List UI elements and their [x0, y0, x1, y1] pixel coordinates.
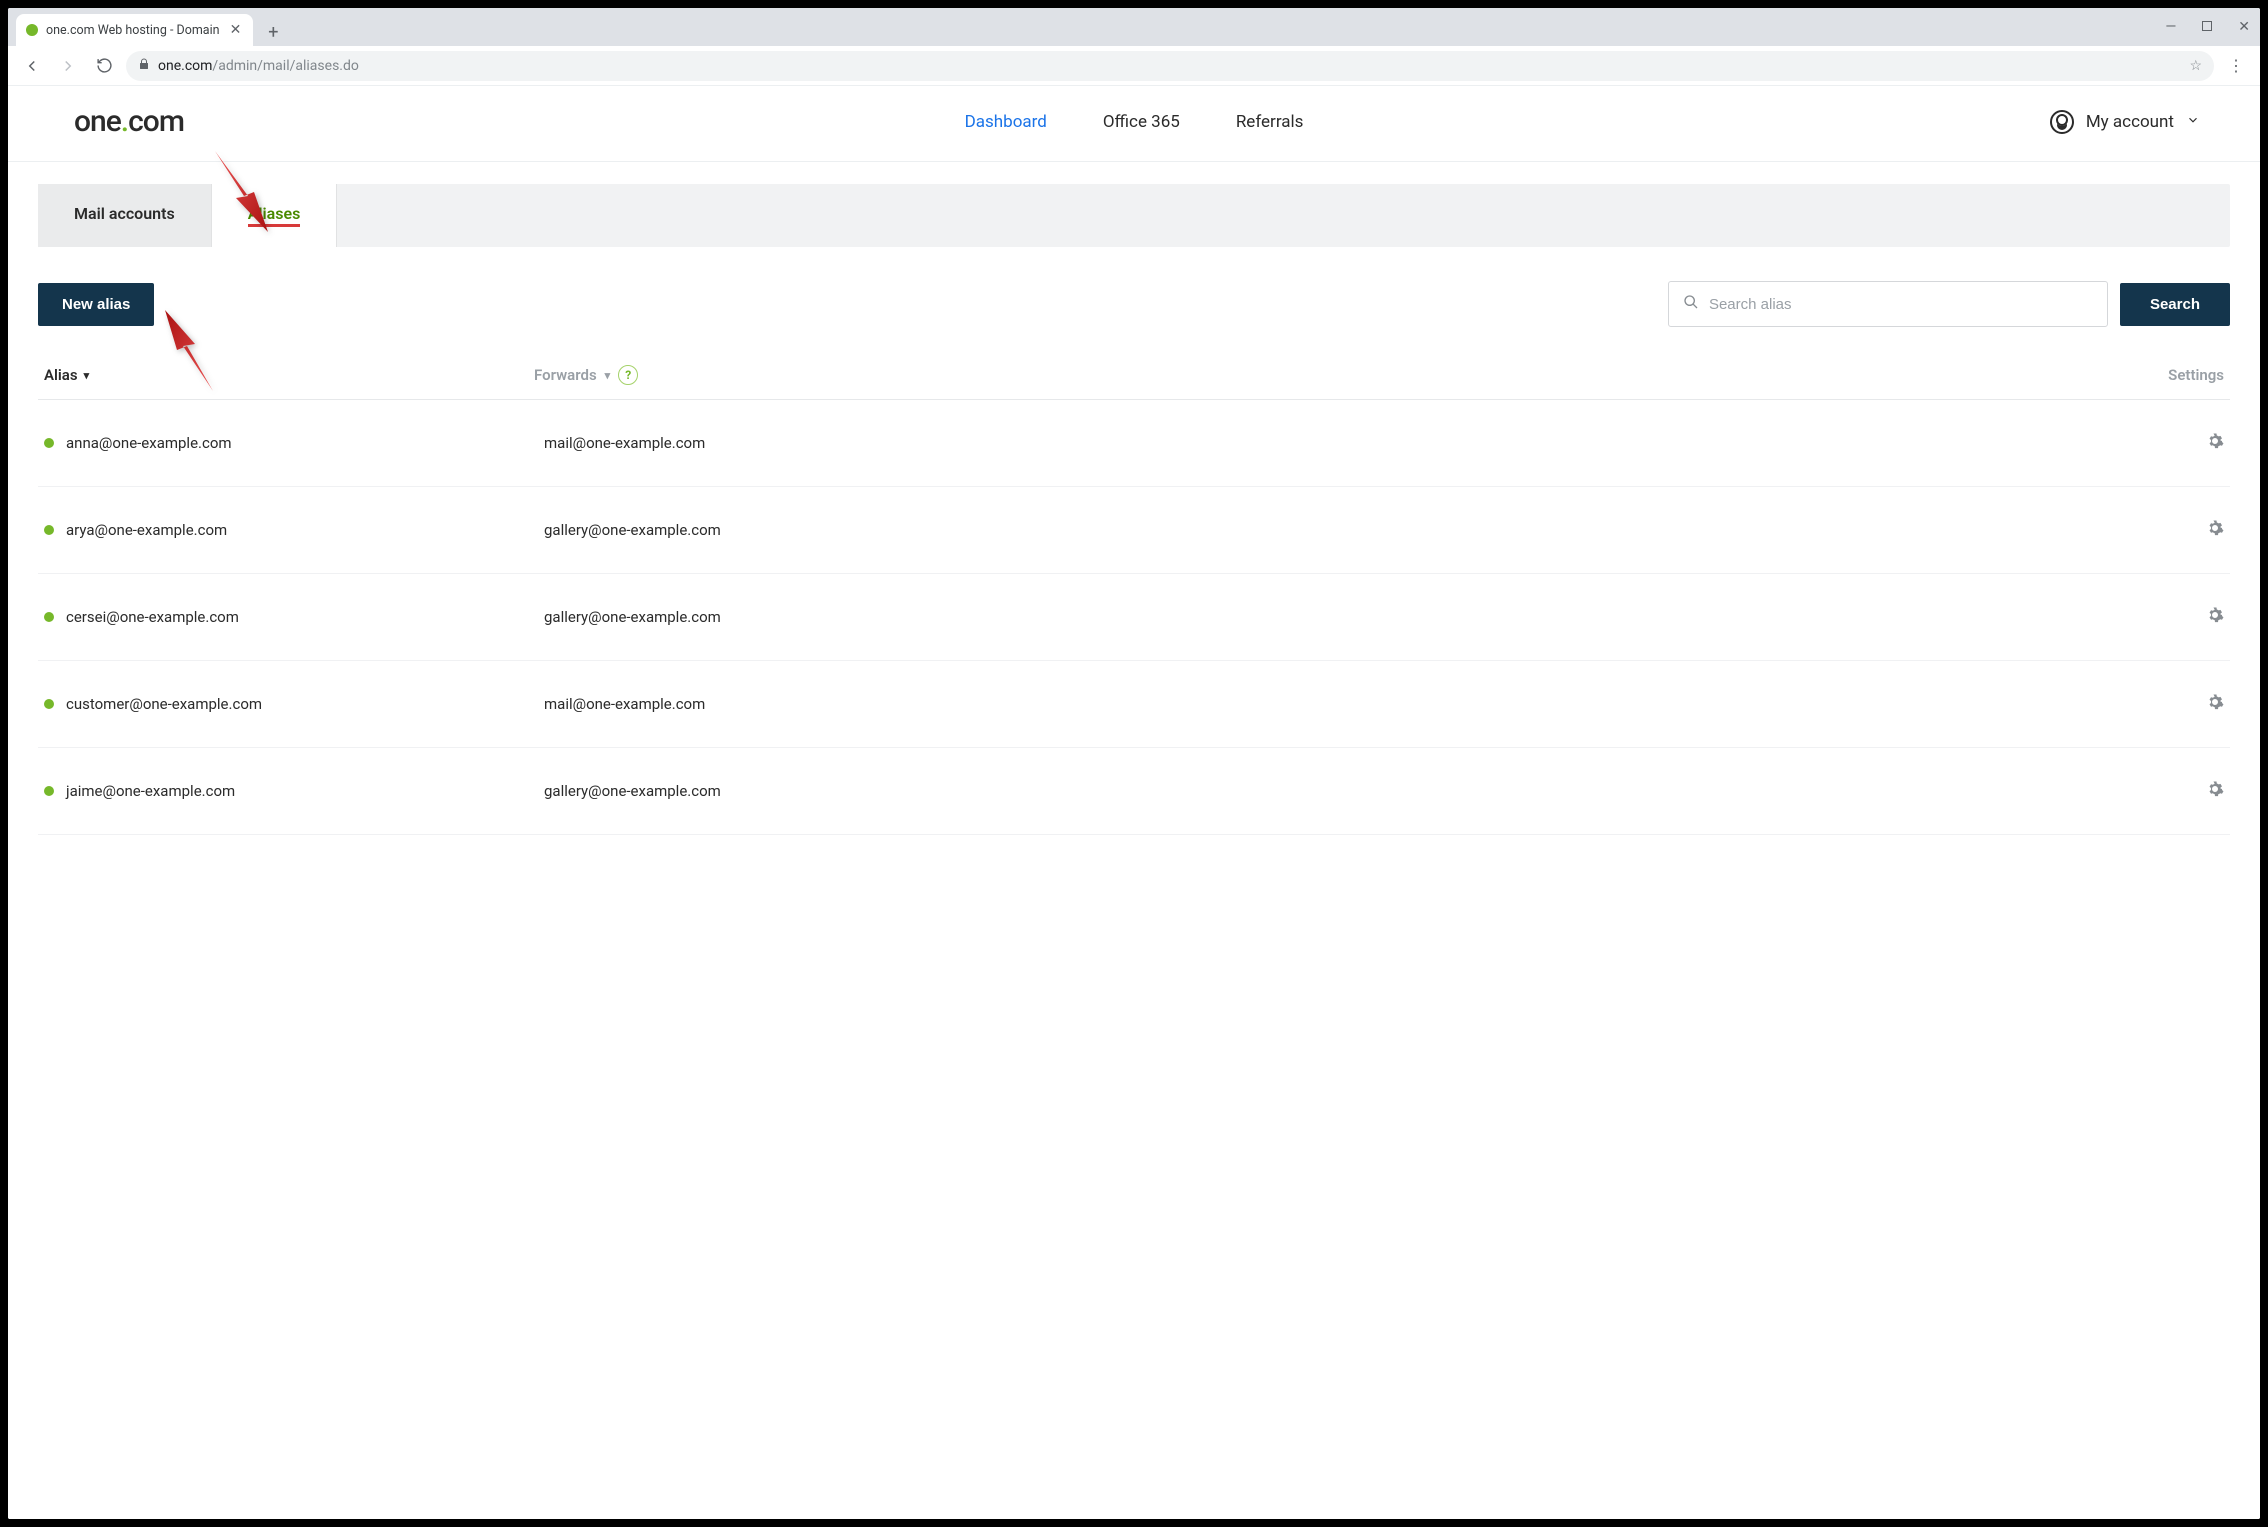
browser-tab[interactable]: one.com Web hosting - Domain ✕ — [16, 14, 253, 46]
cell-alias: jaime@one-example.com — [66, 782, 544, 800]
nav-referrals[interactable]: Referrals — [1236, 112, 1304, 132]
table-row: anna@one-example.commail@one-example.com — [38, 400, 2230, 487]
tab-mail-accounts[interactable]: Mail accounts — [38, 184, 212, 247]
nav-office365[interactable]: Office 365 — [1103, 112, 1180, 132]
table-row: customer@one-example.commail@one-example… — [38, 661, 2230, 748]
cell-forwards: mail@one-example.com — [544, 695, 2184, 713]
search-icon — [1683, 294, 1699, 314]
section-tabs: Mail accounts Aliases — [38, 184, 2230, 247]
status-dot-icon — [44, 525, 54, 535]
row-settings-button[interactable] — [2184, 432, 2224, 454]
my-account-menu[interactable]: My account — [2050, 110, 2200, 134]
nav-dashboard[interactable]: Dashboard — [965, 112, 1047, 132]
cell-alias: arya@one-example.com — [66, 521, 544, 539]
close-tab-icon[interactable]: ✕ — [228, 22, 244, 38]
cell-alias: cersei@one-example.com — [66, 608, 544, 626]
forward-button[interactable] — [54, 52, 82, 80]
table-row: jaime@one-example.comgallery@one-example… — [38, 748, 2230, 835]
maximize-icon[interactable] — [2198, 15, 2216, 39]
window-controls: — ✕ — [2161, 8, 2254, 46]
chevron-down-icon: ▾ — [84, 369, 90, 382]
lock-icon — [138, 57, 150, 74]
logo[interactable]: one.com — [74, 104, 184, 139]
alias-table-body: anna@one-example.commail@one-example.com… — [38, 400, 2230, 835]
row-settings-button[interactable] — [2184, 780, 2224, 802]
cell-forwards: gallery@one-example.com — [544, 521, 2184, 539]
status-dot-icon — [44, 699, 54, 709]
cell-forwards: gallery@one-example.com — [544, 782, 2184, 800]
minimize-icon[interactable]: — — [2161, 15, 2180, 39]
close-window-icon[interactable]: ✕ — [2234, 15, 2254, 39]
tab-aliases[interactable]: Aliases — [212, 184, 338, 247]
cell-alias: anna@one-example.com — [66, 434, 544, 452]
table-row: cersei@one-example.comgallery@one-exampl… — [38, 574, 2230, 661]
table-row: arya@one-example.comgallery@one-example.… — [38, 487, 2230, 574]
site-header: one.com Dashboard Office 365 Referrals M… — [8, 86, 2260, 162]
page-content: one.com Dashboard Office 365 Referrals M… — [8, 86, 2260, 1286]
col-forwards-header[interactable]: Forwards ▾ ? — [534, 365, 2124, 385]
back-button[interactable] — [18, 52, 46, 80]
row-settings-button[interactable] — [2184, 519, 2224, 541]
col-alias-header[interactable]: Alias ▾ — [44, 366, 534, 384]
favicon-dot-icon — [26, 24, 38, 36]
new-alias-button[interactable]: New alias — [38, 283, 154, 326]
page-scroll[interactable]: one.com Dashboard Office 365 Referrals M… — [8, 86, 2260, 1519]
address-bar: one.com/admin/mail/aliases.do ☆ ⋮ — [8, 46, 2260, 86]
browser-tab-strip: one.com Web hosting - Domain ✕ + — ✕ — [8, 8, 2260, 46]
help-icon[interactable]: ? — [618, 365, 638, 385]
row-settings-button[interactable] — [2184, 606, 2224, 628]
browser-menu-icon[interactable]: ⋮ — [2222, 56, 2250, 75]
chevron-down-icon — [2186, 112, 2200, 132]
cell-alias: customer@one-example.com — [66, 695, 544, 713]
bookmark-star-icon[interactable]: ☆ — [2189, 58, 2202, 74]
browser-window: one.com Web hosting - Domain ✕ + — ✕ one… — [8, 8, 2260, 1519]
user-icon — [2050, 110, 2074, 134]
status-dot-icon — [44, 438, 54, 448]
cell-forwards: mail@one-example.com — [544, 434, 2184, 452]
chevron-down-icon: ▾ — [605, 369, 611, 382]
search-input[interactable] — [1709, 296, 2093, 313]
action-row: New alias Search — [38, 281, 2230, 327]
table-header: Alias ▾ Forwards ▾ ? Settings — [38, 365, 2230, 400]
search-button[interactable]: Search — [2120, 283, 2230, 326]
status-dot-icon — [44, 612, 54, 622]
main-nav: Dashboard Office 365 Referrals — [965, 112, 1304, 132]
new-tab-button[interactable]: + — [259, 18, 287, 46]
my-account-label: My account — [2086, 112, 2174, 132]
row-settings-button[interactable] — [2184, 693, 2224, 715]
status-dot-icon — [44, 786, 54, 796]
cell-forwards: gallery@one-example.com — [544, 608, 2184, 626]
url-text: one.com/admin/mail/aliases.do — [158, 58, 359, 74]
reload-button[interactable] — [90, 52, 118, 80]
search-box — [1668, 281, 2108, 327]
url-field[interactable]: one.com/admin/mail/aliases.do ☆ — [126, 51, 2214, 81]
browser-tab-title: one.com Web hosting - Domain — [46, 23, 220, 38]
col-settings-header: Settings — [2124, 366, 2224, 384]
